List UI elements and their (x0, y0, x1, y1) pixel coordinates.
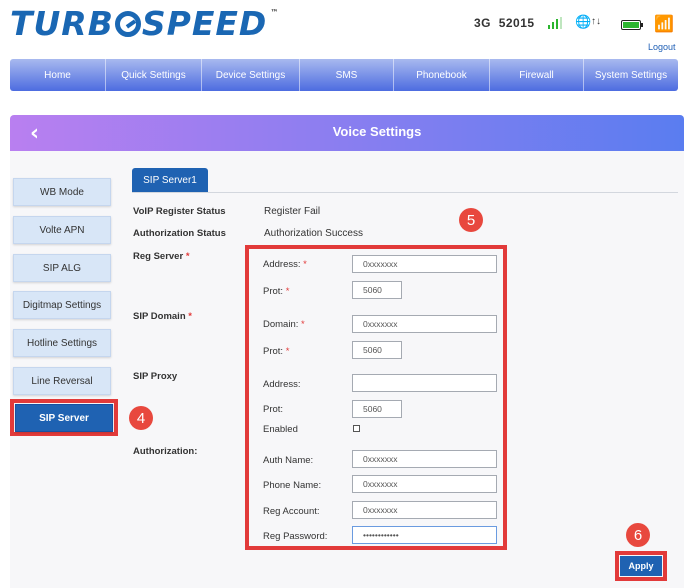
reg-prot-label: Prot: * (263, 286, 290, 297)
globe-icon: 🌐 (575, 14, 592, 29)
tab-sip-server1[interactable]: SIP Server1 (132, 168, 208, 192)
reg-address-label: Address: * (263, 259, 307, 270)
nav-device-settings[interactable]: Device Settings (202, 59, 300, 91)
tab-divider (132, 192, 678, 193)
network-status: 3G 52015 (474, 16, 535, 30)
operator-code: 52015 (498, 16, 535, 30)
sip-domain-label: SIP Domain * (133, 311, 192, 322)
reg-password-input[interactable]: •••••••••••• (352, 526, 497, 544)
turbospeed-logo: TURB SPEED ™ (10, 4, 280, 43)
sip-proxy-label: SIP Proxy (133, 371, 178, 382)
authorization-status-label: Authorization Status (133, 228, 226, 239)
signal-bars-icon (548, 17, 562, 29)
reg-account-label: Reg Account: (263, 506, 320, 517)
auth-name-label: Auth Name: (263, 455, 314, 466)
proxy-prot-input[interactable]: 5060 (352, 400, 402, 418)
enabled-checkbox[interactable] (353, 425, 360, 432)
voip-register-status-label: VoIP Register Status (133, 206, 226, 217)
domain-prot-input[interactable]: 5060 (352, 341, 402, 359)
sidebar-item-digitmap-settings[interactable]: Digitmap Settings (13, 291, 111, 319)
sidebar-item-sip-alg[interactable]: SIP ALG (13, 254, 111, 282)
apply-button[interactable]: Apply (620, 556, 662, 576)
logout-link[interactable]: Logout (648, 42, 676, 52)
authorization-status-value: Authorization Success (264, 228, 363, 239)
nav-quick-settings[interactable]: Quick Settings (106, 59, 202, 91)
enabled-label: Enabled (263, 424, 298, 435)
sidebar-item-wb-mode[interactable]: WB Mode (13, 178, 111, 206)
wifi-icon: 📶 (654, 16, 674, 33)
nav-firewall[interactable]: Firewall (490, 59, 584, 91)
nav-phonebook[interactable]: Phonebook (394, 59, 490, 91)
reg-prot-input[interactable]: 5060 (352, 281, 402, 299)
reg-password-label: Reg Password: (263, 531, 328, 542)
nav-sms[interactable]: SMS (300, 59, 394, 91)
page-title: Voice Settings (332, 124, 422, 139)
sidebar-item-hotline-settings[interactable]: Hotline Settings (13, 329, 111, 357)
domain-prot-label: Prot: * (263, 346, 290, 357)
reg-account-input[interactable]: 0xxxxxxx (352, 501, 497, 519)
domain-label: Domain: * (263, 319, 305, 330)
proxy-address-label: Address: (263, 379, 301, 390)
proxy-address-input[interactable] (352, 374, 497, 392)
data-arrows-icon: ↑↓ (591, 16, 601, 27)
voip-register-status-value: Register Fail (264, 206, 321, 217)
reg-address-input[interactable]: 0xxxxxxx (352, 255, 497, 273)
step-badge-6: 6 (626, 523, 650, 547)
network-type: 3G (474, 16, 492, 30)
auth-name-input[interactable]: 0xxxxxxx (352, 450, 497, 468)
phone-name-label: Phone Name: (263, 480, 322, 491)
sidebar-item-volte-apn[interactable]: Volte APN (13, 216, 111, 244)
step-badge-5: 5 (459, 208, 483, 232)
sidebar-item-line-reversal[interactable]: Line Reversal (13, 367, 111, 395)
nav-system-settings[interactable]: System Settings (584, 59, 678, 91)
authorization-label: Authorization: (133, 446, 198, 457)
phone-name-input[interactable]: 0xxxxxxx (352, 475, 497, 493)
reg-server-label: Reg Server * (133, 251, 190, 262)
main-nav: Home Quick Settings Device Settings SMS … (10, 59, 678, 91)
battery-icon (621, 20, 643, 30)
nav-home[interactable]: Home (10, 59, 106, 91)
sidebar-item-sip-server[interactable]: SIP Server (15, 404, 113, 432)
logo-o-icon (114, 11, 141, 37)
proxy-prot-label: Prot: (263, 404, 284, 415)
step-badge-4: 4 (129, 406, 153, 430)
domain-input[interactable]: 0xxxxxxx (352, 315, 497, 333)
